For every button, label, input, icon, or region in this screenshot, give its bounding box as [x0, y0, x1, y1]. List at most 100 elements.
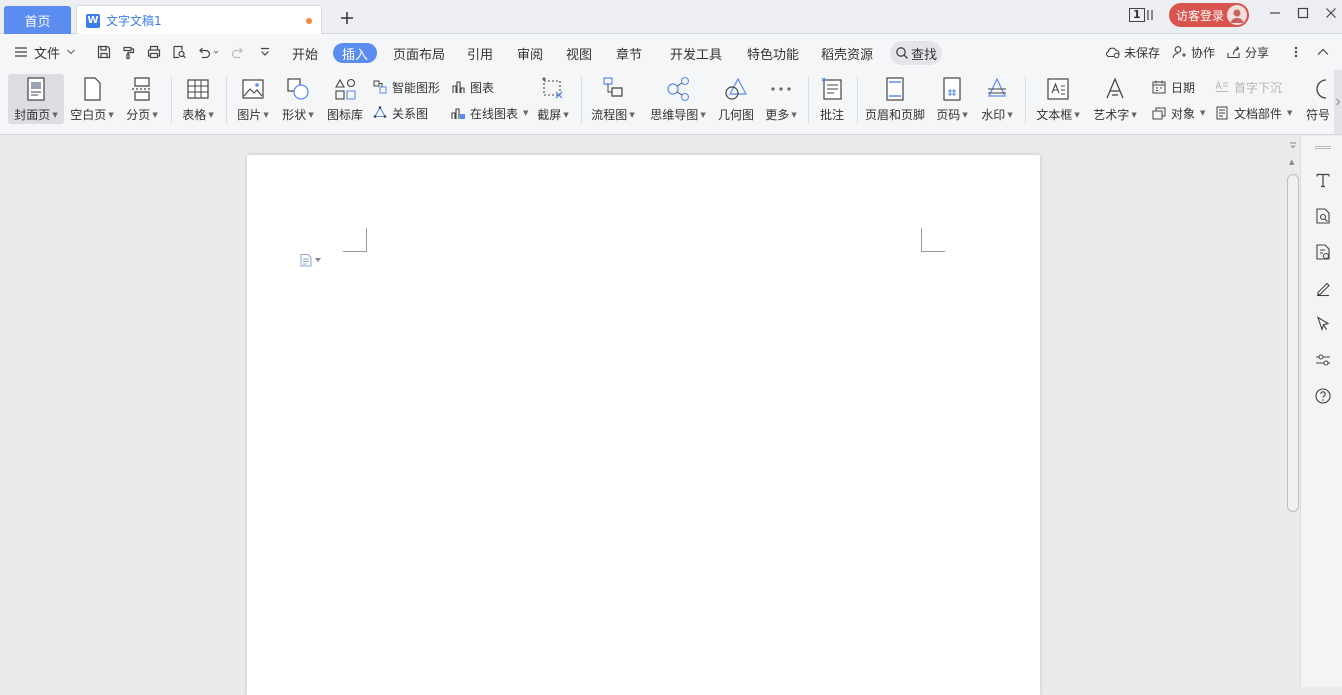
cover-page-button[interactable]: 封面页▼: [8, 74, 64, 124]
scrollbar-thumb[interactable]: [1287, 174, 1299, 512]
header-footer-button[interactable]: 页眉和页脚: [863, 74, 927, 124]
page-number-button[interactable]: 页码▼: [933, 74, 971, 124]
blank-page-icon: [79, 76, 105, 102]
adjust-sliders-icon[interactable]: [1314, 351, 1332, 369]
format-painter-icon[interactable]: [121, 44, 137, 60]
collaborate-button[interactable]: 协作: [1172, 34, 1215, 70]
redo-icon[interactable]: [230, 44, 246, 60]
print-icon[interactable]: [146, 44, 162, 60]
margin-corner-top-left: [343, 228, 367, 252]
blank-page-button[interactable]: 空白页▼: [68, 74, 116, 124]
page-number-icon: [939, 76, 965, 102]
relation-chart-button[interactable]: 关系图: [372, 104, 428, 122]
object-button[interactable]: 对象▼: [1151, 104, 1205, 122]
tab-home[interactable]: 首页: [4, 6, 71, 34]
header-footer-icon: [882, 76, 908, 102]
paste-options-icon: [299, 252, 313, 268]
customize-quick-access-icon[interactable]: [257, 44, 273, 60]
close-icon[interactable]: [1324, 6, 1338, 20]
tab-view[interactable]: 视图: [557, 43, 601, 63]
unsaved-status-button[interactable]: 未保存: [1104, 34, 1160, 70]
textbox-button[interactable]: 文本框▼: [1033, 74, 1083, 124]
collapse-ribbon-icon[interactable]: [1316, 34, 1330, 70]
chart-label: 图表: [470, 79, 494, 96]
smart-art-button[interactable]: 智能图形: [372, 78, 440, 96]
tab-document[interactable]: W 文字文稿1: [76, 5, 322, 35]
tab-section[interactable]: 章节: [607, 43, 651, 63]
tab-special-features[interactable]: 特色功能: [738, 43, 808, 63]
text-style-icon[interactable]: [1314, 171, 1332, 189]
tab-docer-resources[interactable]: 稻壳资源: [812, 43, 882, 63]
ribbon-separator: [808, 76, 809, 124]
flowchart-button[interactable]: 流程图▼: [588, 74, 638, 124]
unsaved-dot-icon: [306, 18, 312, 24]
picture-icon: [240, 76, 266, 102]
online-chart-button[interactable]: 在线图表▼: [450, 104, 528, 122]
document-page[interactable]: [247, 155, 1040, 695]
calendar-icon: [1151, 79, 1167, 95]
page-break-button[interactable]: 分页▼: [122, 74, 162, 124]
help-icon[interactable]: [1314, 387, 1332, 405]
object-label: 对象: [1171, 105, 1195, 122]
share-button[interactable]: 分享: [1226, 34, 1269, 70]
more-insert-label: 更多: [765, 106, 789, 123]
new-tab-plus-icon[interactable]: [339, 10, 355, 26]
flowchart-label: 流程图: [591, 106, 627, 123]
header-footer-label: 页眉和页脚: [865, 106, 925, 123]
save-icon[interactable]: [96, 44, 112, 60]
tab-developer-tools[interactable]: 开发工具: [661, 43, 731, 63]
scroll-up-arrow-icon[interactable]: ▲: [1289, 158, 1294, 166]
date-button[interactable]: 日期: [1151, 78, 1195, 96]
more-insert-button[interactable]: 更多▼: [763, 74, 799, 124]
search-label: 查找: [911, 44, 937, 63]
tab-insert[interactable]: 插入: [333, 43, 377, 63]
geometry-button[interactable]: 几何图: [716, 74, 756, 124]
picture-button[interactable]: 图片▼: [233, 74, 273, 124]
pen-edit-icon[interactable]: [1314, 279, 1332, 297]
ribbon-separator: [581, 76, 582, 124]
ribbon-scroll-right[interactable]: [1334, 70, 1342, 134]
guest-login-button[interactable]: 访客登录: [1169, 3, 1249, 27]
drop-cap-label: 首字下沉: [1234, 79, 1282, 96]
split-view-icon[interactable]: [1289, 141, 1297, 149]
doc-parts-icon: [1214, 105, 1230, 121]
cover-page-label: 封面页: [14, 106, 50, 123]
minimize-icon[interactable]: [1268, 6, 1282, 20]
tab-references[interactable]: 引用: [458, 43, 502, 63]
wordart-button[interactable]: 艺术字▼: [1090, 74, 1140, 124]
ribbon-separator: [857, 76, 858, 124]
wordart-icon: [1102, 76, 1128, 102]
screenshot-button[interactable]: 截屏▼: [533, 74, 573, 124]
watermark-icon: [984, 76, 1010, 102]
drop-cap-button[interactable]: 首字下沉: [1214, 78, 1282, 96]
file-menu[interactable]: 文件: [14, 34, 76, 70]
icon-library-icon: [332, 76, 358, 102]
paste-options-button[interactable]: [299, 252, 321, 268]
symbol-button[interactable]: 符号: [1306, 74, 1334, 124]
more-options-icon[interactable]: [1290, 34, 1302, 70]
doc-search-icon[interactable]: [1314, 207, 1332, 225]
shape-button[interactable]: 形状▼: [278, 74, 318, 124]
cover-page-icon: [23, 76, 49, 102]
page-count-bars-icon: [1146, 8, 1154, 22]
select-cursor-icon[interactable]: [1314, 315, 1332, 333]
table-icon: [185, 76, 211, 102]
watermark-button[interactable]: 水印▼: [977, 74, 1017, 124]
vertical-scrollbar[interactable]: ▲: [1286, 136, 1300, 687]
search-button[interactable]: 查找: [890, 41, 942, 65]
doc-parts-button[interactable]: 文档部件▼: [1214, 104, 1292, 122]
chart-button[interactable]: 图表: [450, 78, 494, 96]
table-button[interactable]: 表格▼: [178, 74, 218, 124]
chevron-right-icon: [1334, 70, 1342, 134]
doc-settings-icon[interactable]: [1314, 243, 1332, 261]
tab-review[interactable]: 审阅: [508, 43, 552, 63]
tab-start[interactable]: 开始: [283, 43, 327, 63]
print-preview-icon[interactable]: [171, 44, 187, 60]
icon-library-button[interactable]: 图标库: [325, 74, 365, 124]
tab-page-layout[interactable]: 页面布局: [384, 43, 454, 63]
maximize-icon[interactable]: [1296, 6, 1310, 20]
undo-icon[interactable]: [196, 44, 220, 60]
mindmap-button[interactable]: 思维导图▼: [647, 74, 709, 124]
comment-button[interactable]: 批注: [815, 74, 849, 124]
page-count-indicator[interactable]: 1: [1129, 7, 1154, 22]
